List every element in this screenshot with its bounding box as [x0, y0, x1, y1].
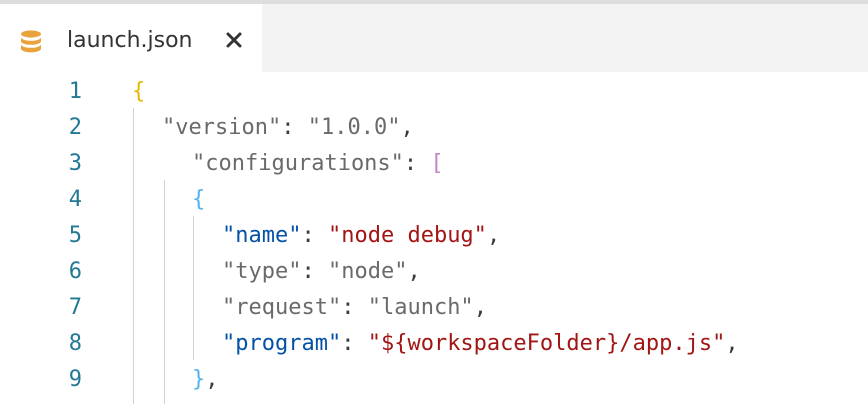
code-token: , [486, 223, 501, 248]
code-text: "type": "node", [222, 254, 421, 290]
line-number: 2 [68, 115, 82, 140]
line-number: 7 [68, 295, 82, 320]
tab-bar-empty-area [262, 4, 868, 72]
code-line[interactable]: 1{ [0, 74, 868, 110]
code-token: "node debug" [327, 223, 487, 248]
code-line[interactable]: 6 "type": "node", [0, 254, 868, 290]
code-text: "configurations": [ [192, 146, 444, 182]
code-token: , [407, 259, 421, 284]
code-line[interactable]: 9}, [0, 362, 868, 398]
code-token: [ [430, 151, 444, 176]
line-number: 9 [68, 367, 82, 392]
code-token: : [301, 223, 328, 248]
code-token: { [132, 79, 146, 104]
code-token: "${workspaceFolder}/app.js" [367, 331, 726, 356]
code-token: "type" [222, 259, 302, 284]
line-number: 5 [68, 223, 82, 248]
code-text: "program": "${workspaceFolder}/app.js", [222, 326, 739, 362]
code-token: } [192, 367, 206, 392]
code-text: }, [192, 362, 219, 398]
line-number: 6 [68, 259, 82, 284]
line-number: 1 [68, 79, 82, 104]
code-token: : [403, 151, 431, 176]
line-number: 8 [68, 331, 82, 356]
code-line[interactable]: 5 "name": "node debug", [0, 218, 868, 254]
code-token: "1.0.0" [307, 115, 401, 140]
code-text: "request": "launch", [222, 290, 487, 326]
code-token: "request" [222, 295, 342, 320]
code-token: "launch" [367, 295, 474, 320]
code-token: , [205, 367, 219, 392]
code-text: { [192, 182, 205, 218]
code-token: : [281, 115, 308, 140]
code-token: : [341, 295, 368, 320]
code-text: { [132, 74, 145, 110]
code-line[interactable]: 7 "request": "launch", [0, 290, 868, 326]
code-token: "program" [222, 331, 342, 356]
code-line[interactable]: 4{ [0, 182, 868, 218]
code-text: "name": "node debug", [222, 218, 500, 254]
code-line[interactable]: 2 "version": "1.0.0", [0, 110, 868, 146]
code-editor[interactable]: 1{2 "version": "1.0.0", 3 "configurations":… [0, 72, 868, 404]
code-token: "configurations" [192, 151, 404, 176]
line-number: 4 [68, 187, 82, 212]
editor-window: launch.json 1{2 "version": "1.0.0", 3 "conf… [0, 0, 868, 404]
database-icon [21, 30, 41, 53]
code-text: "version": "1.0.0", [162, 110, 414, 146]
code-token: "version" [162, 115, 282, 140]
close-icon[interactable] [222, 28, 246, 52]
tab-launch-json[interactable]: launch.json [0, 4, 262, 72]
code-token: : [341, 331, 368, 356]
code-token: , [400, 115, 414, 140]
code-token: "node" [327, 259, 408, 284]
tab-bar: launch.json [0, 4, 868, 72]
code-token: "name" [222, 223, 302, 248]
line-number: 3 [68, 151, 82, 176]
code-line[interactable]: 3 "configurations": [ [0, 146, 868, 182]
code-token: : [301, 259, 328, 284]
tab-title: launch.json [67, 28, 193, 53]
code-token: , [725, 331, 739, 356]
code-token: , [473, 295, 487, 320]
code-token: { [192, 187, 206, 212]
code-line[interactable]: 8 "program": "${workspaceFolder}/app.js", [0, 326, 868, 362]
